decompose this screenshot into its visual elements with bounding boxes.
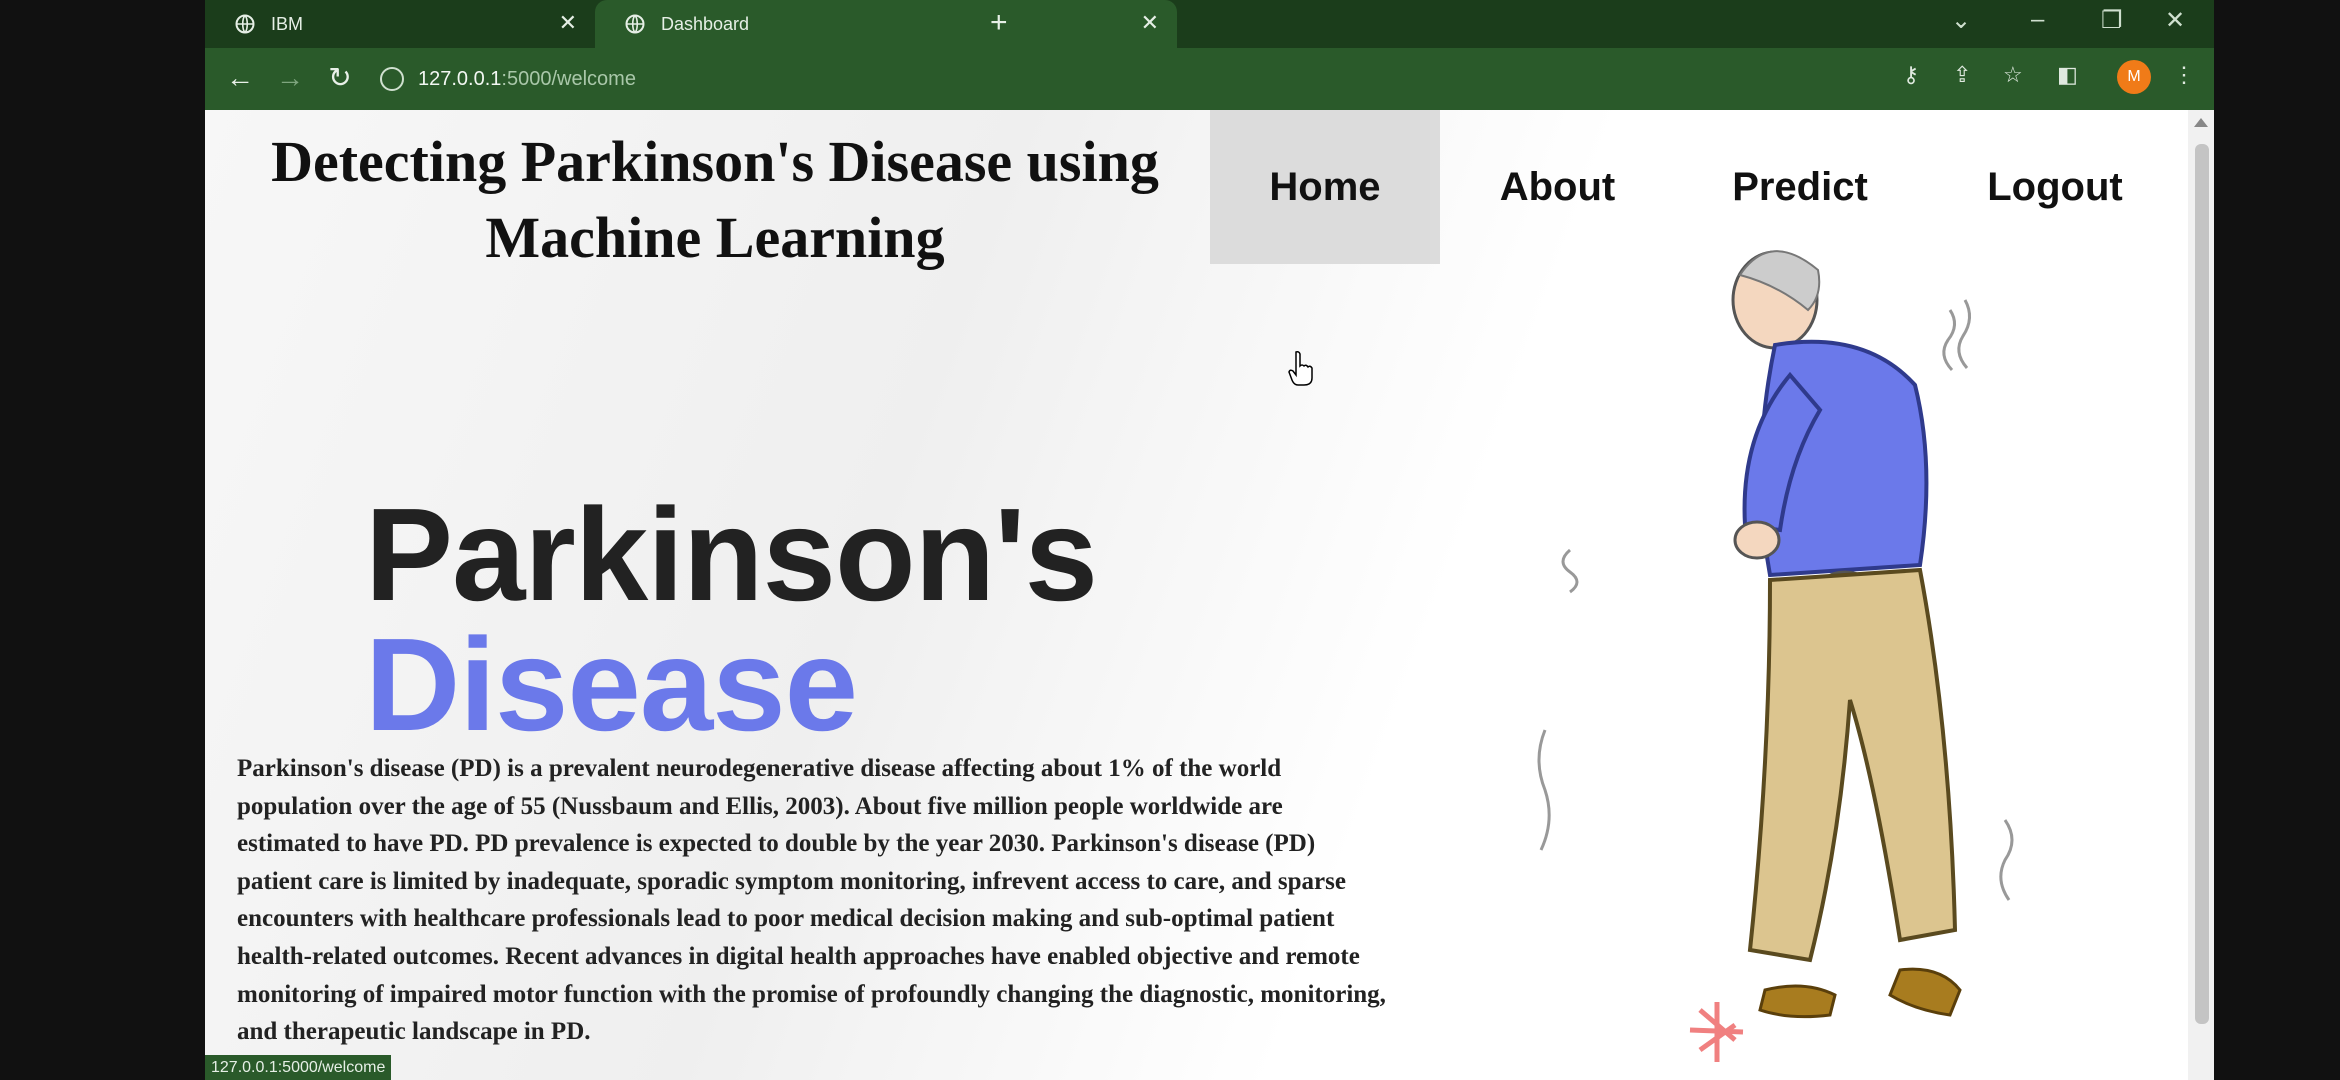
tab-strip: IBM ✕ Dashboard ✕ + ⌄ – ❐ ✕ [205,0,2214,48]
forward-arrow-icon[interactable]: → [275,63,305,93]
elderly-man-walking-illustration [1537,250,2014,1062]
globe-icon [235,14,255,34]
close-tab-icon[interactable]: ✕ [1141,12,1159,34]
tab-dashboard[interactable]: Dashboard ✕ [595,0,1177,48]
left-black-bar [0,0,205,1080]
description-paragraph: Parkinson's disease (PD) is a prevalent … [237,755,1386,1046]
tab-search-chevron-icon[interactable]: ⌄ [1951,6,1971,35]
restore-icon[interactable]: ❐ [2101,6,2123,35]
status-bar-url: 127.0.0.1:5000/welcome [205,1055,392,1080]
url-path: :5000/welcome [501,67,636,90]
share-icon[interactable]: ⇪ [1953,62,1971,88]
new-tab-icon[interactable]: + [990,8,1008,38]
tab-label: IBM [271,13,304,34]
close-window-icon[interactable]: ✕ [2165,6,2185,35]
tab-ibm[interactable]: IBM ✕ [205,0,595,48]
globe-icon [625,14,645,34]
page-scrollbar[interactable] [2188,110,2214,1080]
tab-label: Dashboard [661,13,750,34]
profile-avatar[interactable]: M [2117,60,2151,94]
site-title: Detecting Parkinson's Disease using Mach… [271,129,1159,270]
minimize-icon[interactable]: – [2031,6,2044,34]
bookmark-star-icon[interactable]: ☆ [2003,62,2023,88]
scrollbar-thumb[interactable] [2195,144,2209,1024]
site-info-icon[interactable] [380,67,404,91]
mouse-pointer-hand-icon [1288,351,1313,386]
right-black-bar [2214,0,2340,1080]
browser-toolbar: ← → ↻ 127.0.0.1:5000/welcome ⚷ ⇪ ☆ ◧ M ⋮ [205,48,2214,110]
url-host: 127.0.0.1 [418,67,502,90]
scroll-up-arrow-icon[interactable] [2194,118,2208,127]
hero-heading-line2: Disease [365,611,858,758]
close-tab-icon[interactable]: ✕ [559,12,577,34]
key-icon[interactable]: ⚷ [1903,62,1919,88]
address-bar[interactable]: 127.0.0.1:5000/welcome [380,61,636,97]
menu-kebab-icon[interactable]: ⋮ [2173,62,2195,88]
reload-icon[interactable]: ↻ [325,63,355,93]
browser-window: IBM ✕ Dashboard ✕ + ⌄ – ❐ ✕ ← → ↻ 127.0.… [205,0,2214,1080]
hero-heading-line1: Parkinson's [365,481,1098,628]
pain-burst [1689,1002,1744,1062]
nav-home-link[interactable]: Home [1210,110,1440,264]
side-panel-icon[interactable]: ◧ [2057,62,2078,88]
web-page: Detecting Parkinson's Disease using Mach… [205,110,2214,1080]
back-arrow-icon[interactable]: ← [225,63,255,93]
